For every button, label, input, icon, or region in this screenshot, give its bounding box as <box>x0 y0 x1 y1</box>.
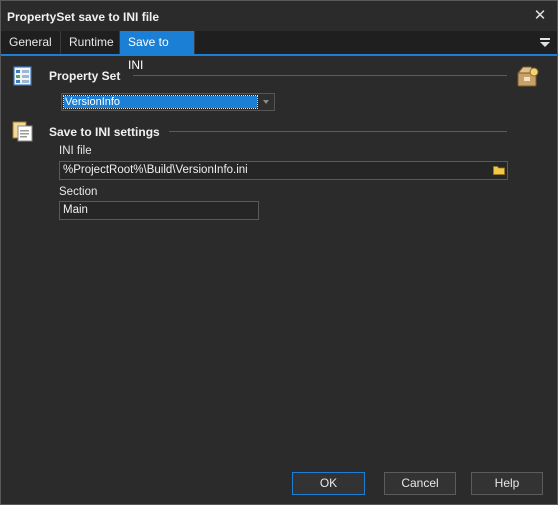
tab-general[interactable]: General <box>1 31 61 54</box>
browse-file-button[interactable] <box>491 162 507 178</box>
property-set-selected-value: VersionInfo <box>63 95 258 109</box>
close-button[interactable]: ✕ <box>529 5 551 25</box>
ini-file-icon <box>12 121 33 142</box>
property-set-heading: Property Set <box>49 69 121 83</box>
close-icon: ✕ <box>533 7 547 24</box>
ini-file-label: INI file <box>59 145 92 157</box>
ini-settings-heading: Save to INI settings <box>49 125 160 139</box>
property-set-divider <box>133 75 507 76</box>
title-bar: PropertySet save to INI file ✕ <box>1 1 557 31</box>
cancel-button[interactable]: Cancel <box>384 472 456 495</box>
dialog-window: PropertySet save to INI file ✕ General R… <box>0 0 558 505</box>
property-set-combobox[interactable]: VersionInfo <box>61 93 275 111</box>
ok-button[interactable]: OK <box>292 472 365 495</box>
folder-icon <box>493 166 505 175</box>
chevron-down-icon[interactable] <box>263 100 269 104</box>
help-button[interactable]: Help <box>471 472 543 495</box>
action-box-icon <box>516 66 539 87</box>
ini-file-input[interactable]: %ProjectRoot%\Build\VersionInfo.ini <box>59 161 508 180</box>
tab-menu-icon[interactable] <box>539 36 551 48</box>
tab-bar: General Runtime Save to INI <box>1 31 557 72</box>
section-input[interactable]: Main <box>59 201 259 220</box>
ini-settings-divider <box>169 131 507 132</box>
tab-save-to-ini[interactable]: Save to INI <box>120 31 195 72</box>
property-list-icon <box>13 66 32 86</box>
window-title: PropertySet save to INI file <box>7 10 160 24</box>
tab-runtime[interactable]: Runtime <box>61 31 120 54</box>
section-label: Section <box>59 186 98 198</box>
